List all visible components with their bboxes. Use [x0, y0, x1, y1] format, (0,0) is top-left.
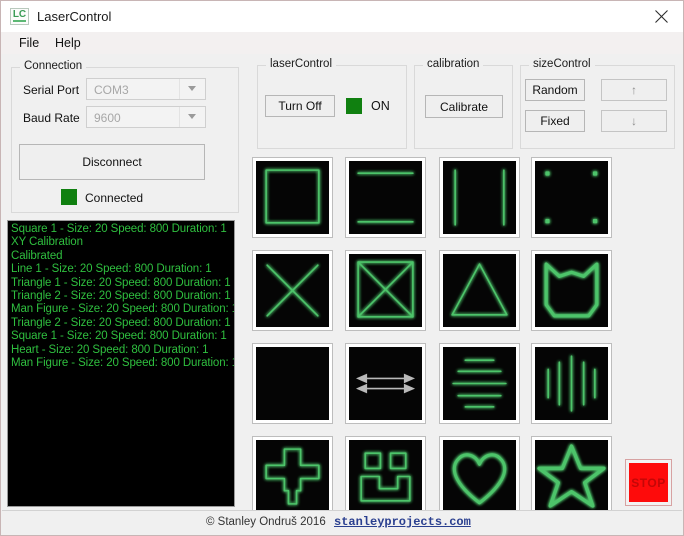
menu-item-file[interactable]: File [15, 35, 43, 52]
pattern-tile-four-dots[interactable] [531, 157, 612, 238]
size-decrease-button[interactable]: ↓ [601, 110, 667, 132]
combo-divider [179, 107, 180, 127]
calibrate-button[interactable]: Calibrate [425, 95, 503, 118]
pattern-tile-cat-head[interactable] [531, 250, 612, 331]
pattern-tile-two-horizontal-lines[interactable] [345, 157, 426, 238]
size-increase-button[interactable]: ↑ [601, 79, 667, 101]
chevron-down-icon [188, 114, 197, 120]
pattern-tile-square-with-x[interactable] [345, 250, 426, 331]
connection-group-title: Connection [20, 60, 87, 73]
laser-control-window: LC LaserControl File Help Connection Ser… [0, 0, 684, 536]
log-line: Heart - Size: 20 Speed: 800 Duration: 1 [11, 343, 209, 356]
app-logo-icon: LC [10, 8, 29, 25]
size-random-button[interactable]: Random [525, 79, 585, 101]
pattern-tile-triangle[interactable] [439, 250, 520, 331]
size-control-group: sizeControl [520, 58, 675, 149]
stop-button[interactable]: STOP [625, 459, 672, 506]
log-line: Triangle 2 - Size: 20 Speed: 800 Duratio… [11, 316, 231, 329]
log-line: XY Calibration [11, 236, 83, 249]
pattern-tile-star[interactable] [531, 436, 612, 517]
log-line: Triangle 2 - Size: 20 Speed: 800 Duratio… [11, 290, 231, 303]
log-line: Triangle 1 - Size: 20 Speed: 800 Duratio… [11, 276, 231, 289]
chevron-down-icon [188, 86, 197, 92]
website-link[interactable]: stanleyprojects.com [334, 515, 471, 529]
log-line: Square 1 - Size: 20 Speed: 800 Duration:… [11, 223, 227, 235]
copyright-text: © Stanley Ondruš 2016 [206, 516, 326, 528]
app-logo-underline [13, 20, 26, 22]
log-line: Line 1 - Size: 20 Speed: 800 Duration: 1 [11, 263, 212, 276]
log-line: Man Figure - Size: 20 Speed: 800 Duratio… [11, 303, 235, 316]
pattern-tile-square[interactable] [252, 157, 333, 238]
pattern-tile-vertical-stack[interactable] [531, 343, 612, 424]
serial-port-select[interactable]: COM3 [86, 78, 206, 100]
log-console[interactable]: Square 1 - Size: 20 Speed: 800 Duration:… [7, 220, 235, 507]
stop-button-label: STOP [631, 475, 666, 490]
log-line: Square 1 - Size: 20 Speed: 800 Duration:… [11, 330, 227, 343]
pattern-tile-double-arrow[interactable] [345, 343, 426, 424]
calibration-group-title: calibration [423, 58, 484, 71]
title-bar: LC LaserControl [1, 1, 683, 33]
combo-divider [179, 79, 180, 99]
pattern-tile-horizontal-stack[interactable] [439, 343, 520, 424]
pattern-tile-two-vertical-lines[interactable] [439, 157, 520, 238]
pattern-tile-heart[interactable] [439, 436, 520, 517]
laser-status-label: ON [371, 99, 390, 113]
laser-status-led [346, 98, 362, 114]
serial-port-label: Serial Port [23, 83, 80, 97]
pattern-tile-cross-x[interactable] [252, 250, 333, 331]
turn-off-button[interactable]: Turn Off [265, 95, 335, 117]
baud-rate-value: 9600 [94, 111, 121, 125]
baud-rate-select[interactable]: 9600 [86, 106, 206, 128]
log-line: Calibrated [11, 249, 63, 262]
connection-status-label: Connected [85, 191, 144, 205]
pattern-tile-single-line[interactable] [252, 343, 333, 424]
connection-status-led [61, 189, 77, 205]
footer-bar: © Stanley Ondruš 2016 stanleyprojects.co… [2, 510, 682, 535]
log-line: Man Figure - Size: 20 Speed: 800 Duratio… [11, 357, 235, 370]
serial-port-value: COM3 [94, 83, 129, 97]
disconnect-button[interactable]: Disconnect [19, 144, 205, 180]
pattern-tile-smiley-face[interactable] [345, 436, 426, 517]
pattern-tile-man-figure[interactable] [252, 436, 333, 517]
size-control-group-title: sizeControl [529, 58, 595, 71]
baud-rate-label: Baud Rate [23, 111, 80, 125]
laser-control-group-title: laserControl [266, 58, 336, 71]
menu-item-help[interactable]: Help [51, 35, 85, 52]
close-icon[interactable] [639, 1, 683, 31]
size-fixed-button[interactable]: Fixed [525, 110, 585, 132]
window-title: LaserControl [37, 9, 112, 24]
menu-bar: File Help [1, 32, 683, 54]
